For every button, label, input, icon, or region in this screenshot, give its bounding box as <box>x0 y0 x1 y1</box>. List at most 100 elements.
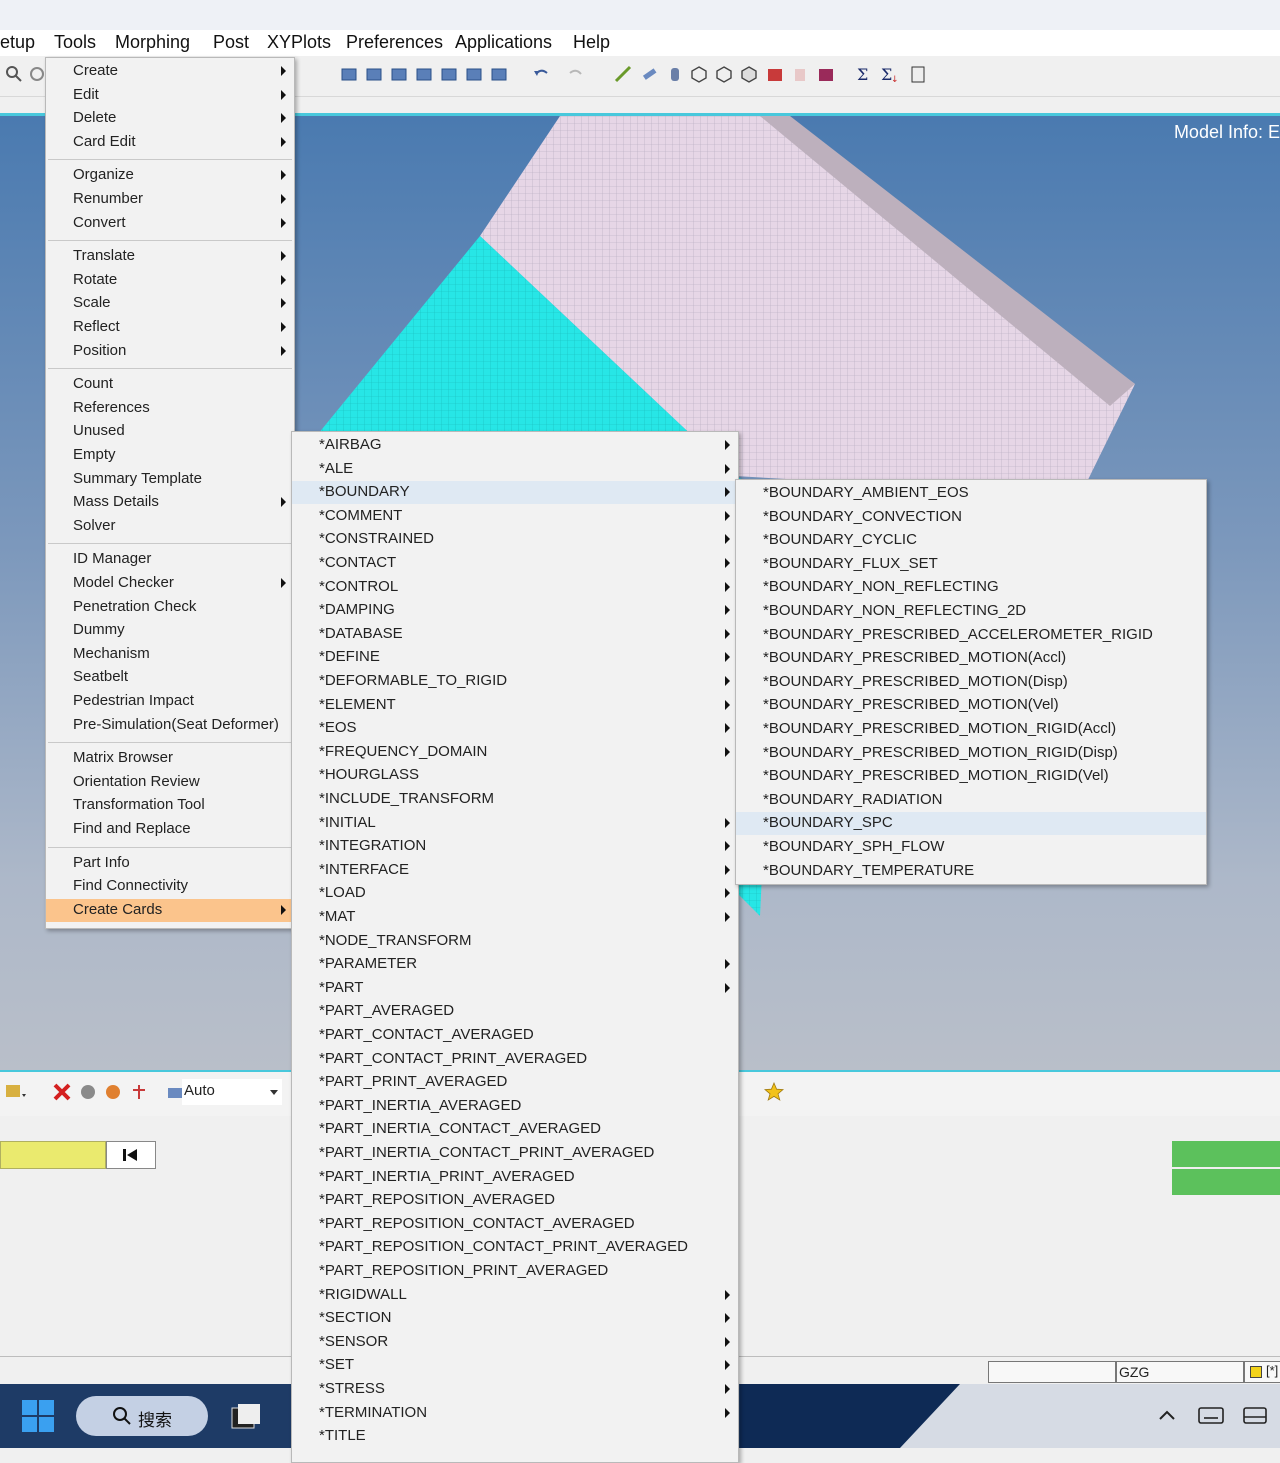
view-back-icon[interactable] <box>365 65 383 83</box>
tools-item-reflect[interactable]: Reflect <box>46 316 294 339</box>
first-frame-button[interactable] <box>106 1141 156 1169</box>
boundary-item-boundary-cyclic[interactable]: *BOUNDARY_CYCLIC <box>736 529 1206 552</box>
sigma-sort-icon[interactable]: Σ↓ <box>880 65 898 83</box>
tools-item-create[interactable]: Create <box>46 60 294 83</box>
pencil-icon[interactable] <box>640 65 658 83</box>
card-item-control[interactable]: *CONTROL <box>292 576 738 599</box>
tools-item-find-connectivity[interactable]: Find Connectivity <box>46 875 294 898</box>
box-mesh-icon[interactable] <box>715 65 733 83</box>
boundary-item-boundary-prescribed-motion-rigid-vel[interactable]: *BOUNDARY_PRESCRIBED_MOTION_RIGID(Vel) <box>736 765 1206 788</box>
boundary-item-boundary-temperature[interactable]: *BOUNDARY_TEMPERATURE <box>736 860 1206 883</box>
menu-applications[interactable]: Applications <box>455 32 552 53</box>
menu-post[interactable]: Post <box>213 32 249 53</box>
star-icon[interactable] <box>764 1082 784 1102</box>
tools-item-id-manager[interactable]: ID Manager <box>46 548 294 571</box>
card-item-part-reposition-contact-print-averaged[interactable]: *PART_REPOSITION_CONTACT_PRINT_AVERAGED <box>292 1236 738 1259</box>
part-color-icon[interactable] <box>766 65 784 83</box>
part-display-icon[interactable] <box>817 65 835 83</box>
tools-item-pedestrian-impact[interactable]: Pedestrian Impact <box>46 690 294 713</box>
tools-item-renumber[interactable]: Renumber <box>46 188 294 211</box>
tools-item-rotate[interactable]: Rotate <box>46 269 294 292</box>
card-item-comment[interactable]: *COMMENT <box>292 505 738 528</box>
menu-help[interactable]: Help <box>573 32 610 53</box>
keyboard-icon[interactable] <box>1198 1406 1224 1426</box>
card-item-part-reposition-contact-averaged[interactable]: *PART_REPOSITION_CONTACT_AVERAGED <box>292 1213 738 1236</box>
parts-icon[interactable] <box>78 1082 98 1102</box>
zoom-area-icon[interactable] <box>28 65 46 83</box>
tools-item-edit[interactable]: Edit <box>46 84 294 107</box>
card-item-part-inertia-print-averaged[interactable]: *PART_INERTIA_PRINT_AVERAGED <box>292 1166 738 1189</box>
card-item-damping[interactable]: *DAMPING <box>292 599 738 622</box>
tools-item-card-edit[interactable]: Card Edit <box>46 131 294 154</box>
tools-item-mechanism[interactable]: Mechanism <box>46 643 294 666</box>
card-item-eos[interactable]: *EOS <box>292 717 738 740</box>
card-item-title[interactable]: *TITLE <box>292 1425 738 1448</box>
menu-tools[interactable]: Tools <box>54 32 96 53</box>
card-item-contact[interactable]: *CONTACT <box>292 552 738 575</box>
boundary-item-boundary-prescribed-motion-disp[interactable]: *BOUNDARY_PRESCRIBED_MOTION(Disp) <box>736 671 1206 694</box>
card-item-part-print-averaged[interactable]: *PART_PRINT_AVERAGED <box>292 1071 738 1094</box>
box-shaded-icon[interactable] <box>740 65 758 83</box>
tools-item-scale[interactable]: Scale <box>46 292 294 315</box>
cylinder-icon[interactable] <box>666 65 684 83</box>
calculator-icon[interactable] <box>909 65 927 83</box>
card-item-integration[interactable]: *INTEGRATION <box>292 835 738 858</box>
axis-icon[interactable] <box>129 1082 149 1102</box>
windows-start-icon[interactable] <box>22 1400 54 1432</box>
card-item-part[interactable]: *PART <box>292 977 738 1000</box>
tools-item-organize[interactable]: Organize <box>46 164 294 187</box>
card-item-boundary[interactable]: *BOUNDARY <box>292 481 738 505</box>
card-item-part-contact-averaged[interactable]: *PART_CONTACT_AVERAGED <box>292 1024 738 1047</box>
tools-item-transformation-tool[interactable]: Transformation Tool <box>46 794 294 817</box>
card-item-deformable-to-rigid[interactable]: *DEFORMABLE_TO_RIGID <box>292 670 738 693</box>
card-item-include-transform[interactable]: *INCLUDE_TRANSFORM <box>292 788 738 811</box>
card-item-frequency-domain[interactable]: *FREQUENCY_DOMAIN <box>292 741 738 764</box>
boundary-item-boundary-prescribed-motion-rigid-accl[interactable]: *BOUNDARY_PRESCRIBED_MOTION_RIGID(Accl) <box>736 718 1206 741</box>
tools-item-find-and-replace[interactable]: Find and Replace <box>46 818 294 841</box>
card-item-element[interactable]: *ELEMENT <box>292 694 738 717</box>
card-item-part-reposition-averaged[interactable]: *PART_REPOSITION_AVERAGED <box>292 1189 738 1212</box>
boundary-item-boundary-prescribed-motion-vel[interactable]: *BOUNDARY_PRESCRIBED_MOTION(Vel) <box>736 694 1206 717</box>
boundary-item-boundary-radiation[interactable]: *BOUNDARY_RADIATION <box>736 789 1206 812</box>
tools-item-mass-details[interactable]: Mass Details <box>46 491 294 514</box>
card-item-airbag[interactable]: *AIRBAG <box>292 434 738 457</box>
tools-item-part-info[interactable]: Part Info <box>46 852 294 875</box>
view-left-icon[interactable] <box>390 65 408 83</box>
card-item-parameter[interactable]: *PARAMETER <box>292 953 738 976</box>
card-item-hourglass[interactable]: *HOURGLASS <box>292 764 738 787</box>
tools-item-pre-simulation-seat-deformer[interactable]: Pre-Simulation(Seat Deformer) <box>46 714 294 737</box>
card-item-part-inertia-contact-print-averaged[interactable]: *PART_INERTIA_CONTACT_PRINT_AVERAGED <box>292 1142 738 1165</box>
card-item-rigidwall[interactable]: *RIGIDWALL <box>292 1284 738 1307</box>
chevron-up-icon[interactable] <box>1158 1408 1176 1422</box>
card-item-part-inertia-contact-averaged[interactable]: *PART_INERTIA_CONTACT_AVERAGED <box>292 1118 738 1141</box>
view-right-icon[interactable] <box>415 65 433 83</box>
sigma-icon[interactable]: Σ <box>855 65 873 83</box>
card-item-constrained[interactable]: *CONSTRAINED <box>292 528 738 551</box>
view-iso-icon[interactable] <box>490 65 508 83</box>
measure-icon[interactable] <box>614 65 632 83</box>
delete-icon[interactable] <box>52 1082 72 1102</box>
card-item-initial[interactable]: *INITIAL <box>292 812 738 835</box>
boundary-item-boundary-convection[interactable]: *BOUNDARY_CONVECTION <box>736 506 1206 529</box>
card-item-database[interactable]: *DATABASE <box>292 623 738 646</box>
card-item-mat[interactable]: *MAT <box>292 906 738 929</box>
card-item-interface[interactable]: *INTERFACE <box>292 859 738 882</box>
card-item-part-contact-print-averaged[interactable]: *PART_CONTACT_PRINT_AVERAGED <box>292 1048 738 1071</box>
select-entity-icon[interactable] <box>4 1082 26 1102</box>
boundary-item-boundary-non-reflecting[interactable]: *BOUNDARY_NON_REFLECTING <box>736 576 1206 599</box>
display-icon[interactable] <box>1242 1406 1268 1426</box>
redo-icon[interactable] <box>567 65 585 83</box>
card-item-part-averaged[interactable]: *PART_AVERAGED <box>292 1000 738 1023</box>
tools-item-orientation-review[interactable]: Orientation Review <box>46 771 294 794</box>
tools-item-unused[interactable]: Unused <box>46 420 294 443</box>
tools-item-position[interactable]: Position <box>46 340 294 363</box>
card-item-set[interactable]: *SET <box>292 1354 738 1377</box>
boundary-item-boundary-spc[interactable]: *BOUNDARY_SPC <box>736 812 1206 836</box>
boundary-item-boundary-prescribed-motion-accl[interactable]: *BOUNDARY_PRESCRIBED_MOTION(Accl) <box>736 647 1206 670</box>
card-item-sensor[interactable]: *SENSOR <box>292 1331 738 1354</box>
menu-xyplots[interactable]: XYPlots <box>267 32 331 53</box>
tools-item-model-checker[interactable]: Model Checker <box>46 572 294 595</box>
frame-slider-field[interactable] <box>0 1141 106 1169</box>
card-item-node-transform[interactable]: *NODE_TRANSFORM <box>292 930 738 953</box>
boundary-item-boundary-ambient-eos[interactable]: *BOUNDARY_AMBIENT_EOS <box>736 482 1206 505</box>
